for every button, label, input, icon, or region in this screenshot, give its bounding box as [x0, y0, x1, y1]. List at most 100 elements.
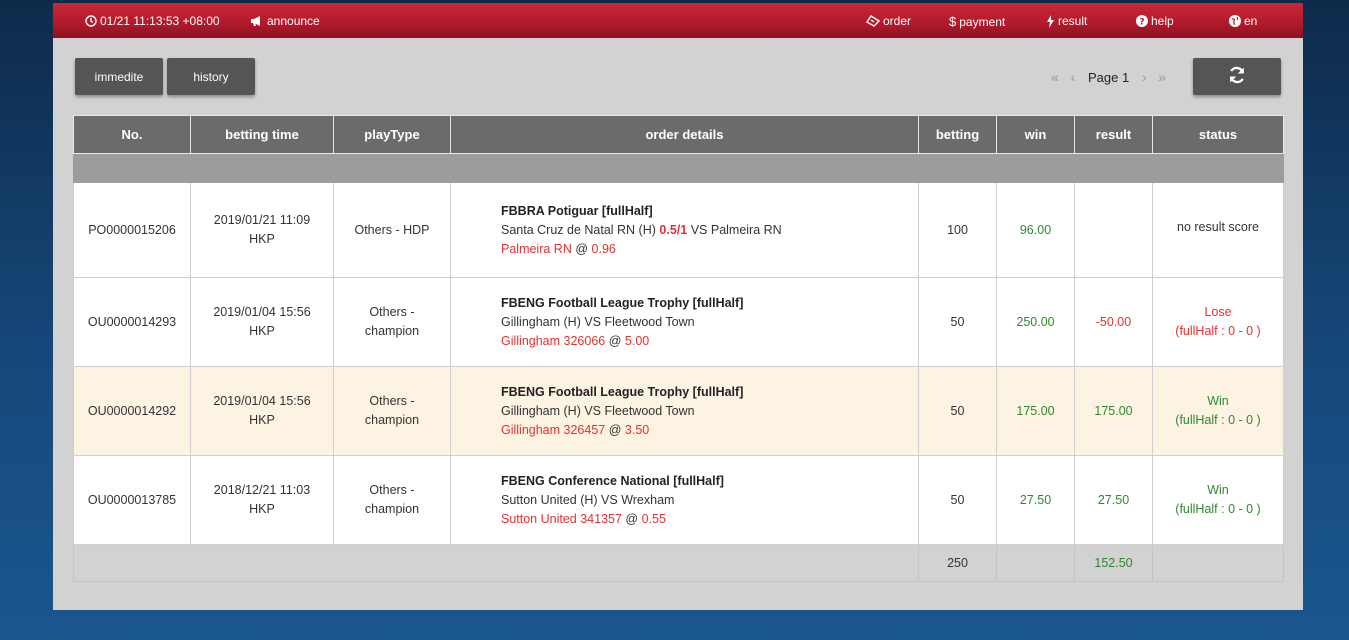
betting-time: 2019/01/04 15:56 HKP — [190, 277, 334, 367]
result-amount — [1074, 182, 1153, 278]
col-header-win: win — [996, 115, 1075, 154]
prev-page-button[interactable]: ‹ — [1064, 69, 1082, 85]
order-number: OU0000014293 — [73, 277, 191, 367]
col-header-betting: betting — [918, 115, 997, 154]
order-details: FBBRA Potiguar [fullHalf] Santa Cruz de … — [450, 182, 919, 278]
table-header-row: No. betting time playType order details … — [73, 115, 1284, 154]
ticket-icon — [866, 15, 880, 27]
question-circle-icon: ? — [1136, 15, 1148, 27]
league-name: FBENG Conference National [fullHalf] — [501, 473, 724, 488]
announce-label: announce — [267, 14, 320, 28]
order-number: PO0000015206 — [73, 182, 191, 278]
result-amount: -50.00 — [1074, 277, 1153, 367]
refresh-button[interactable] — [1193, 58, 1281, 95]
announce-link[interactable]: announce — [250, 14, 320, 28]
status: no result score — [1152, 182, 1284, 278]
betting-time: 2019/01/04 15:56 HKP — [190, 366, 334, 456]
col-header-play-type: playType — [333, 115, 451, 154]
play-type: Others - champion — [333, 455, 451, 545]
result-amount: 175.00 — [1074, 366, 1153, 456]
order-label: order — [883, 14, 912, 28]
globe-icon — [1229, 15, 1241, 27]
table-row: OU0000013785 2018/12/21 11:03 HKP Others … — [73, 455, 1284, 545]
order-details: FBENG Football League Trophy [fullHalf] … — [450, 277, 919, 367]
play-type: Others - HDP — [333, 182, 451, 278]
match-line: Gillingham (H) VS Fleetwood Town — [501, 403, 695, 418]
language-switch[interactable]: en — [1229, 14, 1257, 28]
pick-line: Palmeira RN @ 0.96 — [501, 241, 616, 256]
pick-line: Gillingham 326066 @ 5.00 — [501, 333, 650, 348]
total-result: 152.50 — [1074, 544, 1153, 582]
pick-line: Sutton United 341357 @ 0.55 — [501, 511, 666, 526]
total-status — [1152, 544, 1284, 582]
history-button[interactable]: history — [167, 58, 255, 95]
main-panel: 01/21 11:13:53 +08:00 announce order $ p… — [53, 3, 1303, 610]
payment-label: payment — [959, 14, 1006, 29]
clock: 01/21 11:13:53 +08:00 — [85, 14, 220, 28]
status: Win (fullHalf : 0 - 0 ) — [1152, 366, 1284, 456]
win-amount: 96.00 — [996, 182, 1075, 278]
col-header-betting-time: betting time — [190, 115, 334, 154]
order-number: OU0000014292 — [73, 366, 191, 456]
result-link[interactable]: result — [1046, 14, 1087, 28]
order-details: FBENG Football League Trophy [fullHalf] … — [450, 366, 919, 456]
top-bar: 01/21 11:13:53 +08:00 announce order $ p… — [53, 3, 1303, 38]
order-link[interactable]: order — [866, 14, 911, 28]
orders-table: No. betting time playType order details … — [73, 115, 1284, 582]
betting-amount: 50 — [918, 366, 997, 456]
clock-icon — [85, 15, 97, 27]
col-header-result: result — [1074, 115, 1153, 154]
order-number: OU0000013785 — [73, 455, 191, 545]
col-header-status: status — [1152, 115, 1284, 154]
betting-amount: 100 — [918, 182, 997, 278]
payment-link[interactable]: $ payment — [949, 14, 1005, 29]
betting-amount: 50 — [918, 277, 997, 367]
match-line: Sutton United (H) VS Wrexham — [501, 492, 675, 507]
total-win — [996, 544, 1075, 582]
server-datetime: 01/21 11:13:53 +08:00 — [100, 14, 220, 28]
win-amount: 250.00 — [996, 277, 1075, 367]
table-row: OU0000014292 2019/01/04 15:56 HKP Others … — [73, 366, 1284, 456]
refresh-icon — [1227, 65, 1247, 88]
totals-spacer — [73, 544, 919, 582]
dollar-icon: $ — [949, 14, 957, 29]
pagination: « ‹ Page 1 › » — [1046, 69, 1171, 85]
status: Win (fullHalf : 0 - 0 ) — [1152, 455, 1284, 545]
match-line: Gillingham (H) VS Fleetwood Town — [501, 314, 695, 329]
lightning-icon — [1046, 14, 1055, 28]
help-label: help — [1151, 14, 1174, 28]
immediate-button[interactable]: immedite — [75, 58, 163, 95]
language-label: en — [1244, 14, 1258, 28]
megaphone-icon — [250, 15, 264, 27]
result-amount: 27.50 — [1074, 455, 1153, 545]
win-amount: 175.00 — [996, 366, 1075, 456]
match-line: Santa Cruz de Natal RN (H) 0.5/1 VS Palm… — [501, 222, 782, 237]
last-page-button[interactable]: » — [1153, 69, 1171, 85]
page-label: Page 1 — [1088, 69, 1130, 85]
pick-line: Gillingham 326457 @ 3.50 — [501, 422, 650, 437]
betting-amount: 50 — [918, 455, 997, 545]
play-type: Others - champion — [333, 277, 451, 367]
betting-time: 2019/01/21 11:09 HKP — [190, 182, 334, 278]
table-spacer-row — [73, 153, 1284, 183]
table-row: PO0000015206 2019/01/21 11:09 HKP Others … — [73, 182, 1284, 278]
total-betting: 250 — [918, 544, 997, 582]
play-type: Others - champion — [333, 366, 451, 456]
handicap: 0.5/1 — [659, 222, 688, 237]
col-header-order-details: order details — [450, 115, 919, 154]
status: Lose (fullHalf : 0 - 0 ) — [1152, 277, 1284, 367]
first-page-button[interactable]: « — [1046, 69, 1064, 85]
league-name: FBENG Football League Trophy [fullHalf] — [501, 384, 744, 399]
order-details: FBENG Conference National [fullHalf] Sut… — [450, 455, 919, 545]
win-amount: 27.50 — [996, 455, 1075, 545]
result-label: result — [1058, 14, 1088, 28]
next-page-button[interactable]: › — [1135, 69, 1153, 85]
league-name: FBBRA Potiguar [fullHalf] — [501, 203, 653, 218]
league-name: FBENG Football League Trophy [fullHalf] — [501, 295, 744, 310]
svg-text:?: ? — [1139, 18, 1144, 28]
betting-time: 2018/12/21 11:03 HKP — [190, 455, 334, 545]
col-header-no: No. — [73, 115, 191, 154]
table-row: OU0000014293 2019/01/04 15:56 HKP Others … — [73, 277, 1284, 367]
totals-row: 250 152.50 — [73, 544, 1284, 582]
help-link[interactable]: ? help — [1136, 14, 1174, 28]
